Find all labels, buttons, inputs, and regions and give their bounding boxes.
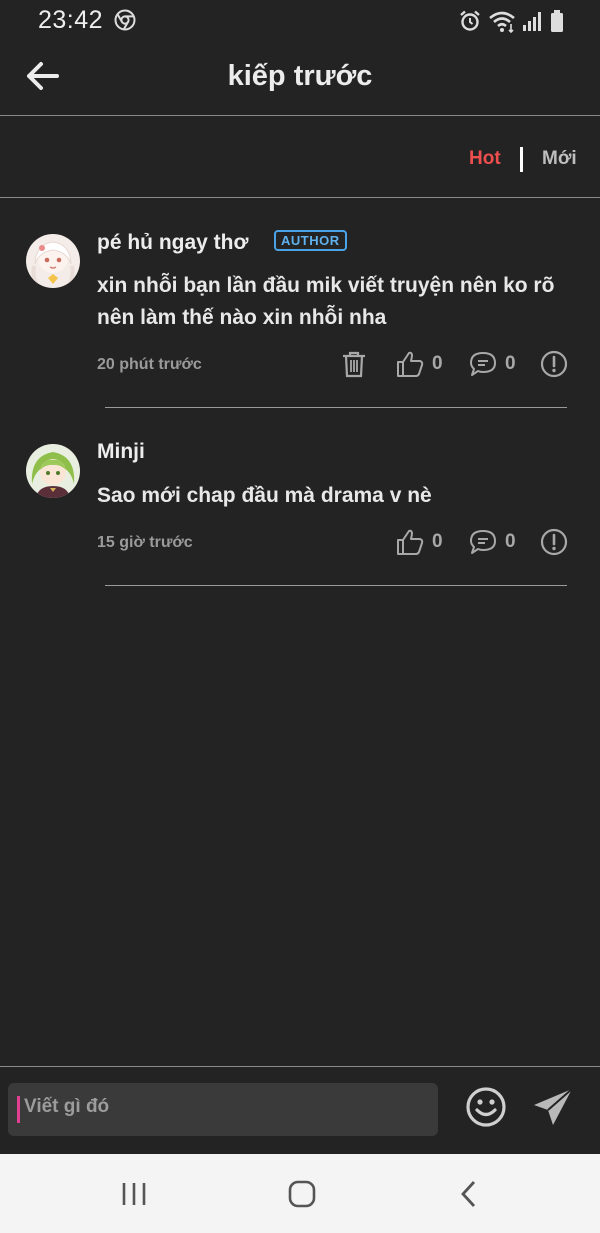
- comment-divider: [105, 585, 567, 586]
- delete-button[interactable]: [341, 350, 367, 378]
- signal-icon: [523, 12, 541, 31]
- avatar[interactable]: [26, 234, 80, 288]
- comment-time: 20 phút trước: [97, 356, 202, 373]
- alarm-icon: [460, 10, 480, 31]
- report-button[interactable]: [540, 350, 568, 378]
- reply-count: 0: [505, 531, 516, 552]
- sort-divider: [520, 147, 523, 172]
- thumbs-up-icon: [397, 351, 424, 377]
- recent-apps-button[interactable]: [114, 1176, 154, 1212]
- sort-bar: Hot Mới: [0, 116, 600, 198]
- nav-back-button[interactable]: [450, 1176, 490, 1212]
- report-button[interactable]: [540, 528, 568, 556]
- status-bar: 23:42: [0, 0, 600, 42]
- comment-input-placeholder: Viết gì đó: [24, 1096, 110, 1117]
- sort-new-tab[interactable]: Mới: [542, 148, 577, 170]
- emoji-icon: [466, 1087, 506, 1127]
- comment-icon: [470, 530, 496, 554]
- like-button[interactable]: 0: [396, 528, 443, 556]
- recent-apps-icon: [122, 1183, 146, 1205]
- send-button[interactable]: [530, 1085, 576, 1129]
- comment-composer: Viết gì đó: [0, 1066, 600, 1154]
- avatar[interactable]: [26, 444, 80, 498]
- like-count: 0: [432, 531, 443, 552]
- author-badge: AUTHOR: [274, 230, 347, 251]
- comment-time: 15 giờ trước: [97, 534, 193, 551]
- system-nav-bar: [0, 1154, 600, 1233]
- comment-item: Minji Sao mới chap đầu mà drama v nè 15 …: [0, 410, 600, 588]
- report-icon: [540, 350, 568, 378]
- comment-author[interactable]: pé hủ ngay thơ: [97, 231, 248, 255]
- emoji-button[interactable]: [464, 1085, 508, 1129]
- comment-item: pé hủ ngay thơ AUTHOR xin nhỗi bạn lần đ…: [0, 198, 600, 410]
- reply-button[interactable]: 0: [469, 350, 516, 378]
- comment-text: Sao mới chap đầu mà drama v nè: [97, 484, 432, 507]
- thumbs-up-icon: [397, 529, 424, 555]
- reply-button[interactable]: 0: [469, 528, 516, 556]
- reply-count: 0: [505, 353, 516, 374]
- home-button[interactable]: [282, 1176, 322, 1212]
- trash-icon: [343, 351, 365, 378]
- chrome-icon: [114, 9, 136, 31]
- battery-icon: [551, 10, 563, 32]
- avatar-image: [26, 444, 80, 498]
- chevron-left-icon: [461, 1181, 476, 1207]
- text-caret: [17, 1096, 20, 1123]
- comment-author[interactable]: Minji: [97, 440, 145, 464]
- status-icons: [458, 9, 564, 33]
- comment-input[interactable]: Viết gì đó: [8, 1083, 438, 1136]
- report-icon: [540, 528, 568, 556]
- avatar-image: [26, 234, 80, 288]
- wifi-icon: [489, 11, 515, 33]
- comment-text: xin nhỗi bạn lần đầu mik viết truyện nên…: [97, 274, 555, 329]
- comment-icon: [470, 352, 496, 376]
- page-title: kiếp trước: [227, 60, 373, 92]
- like-button[interactable]: 0: [396, 350, 443, 378]
- sort-hot-tab[interactable]: Hot: [469, 148, 501, 170]
- comment-divider: [105, 407, 567, 408]
- header: kiếp trước: [0, 42, 600, 116]
- like-count: 0: [432, 353, 443, 374]
- home-icon: [288, 1180, 316, 1208]
- status-time: 23:42: [38, 6, 104, 34]
- send-icon: [534, 1088, 573, 1125]
